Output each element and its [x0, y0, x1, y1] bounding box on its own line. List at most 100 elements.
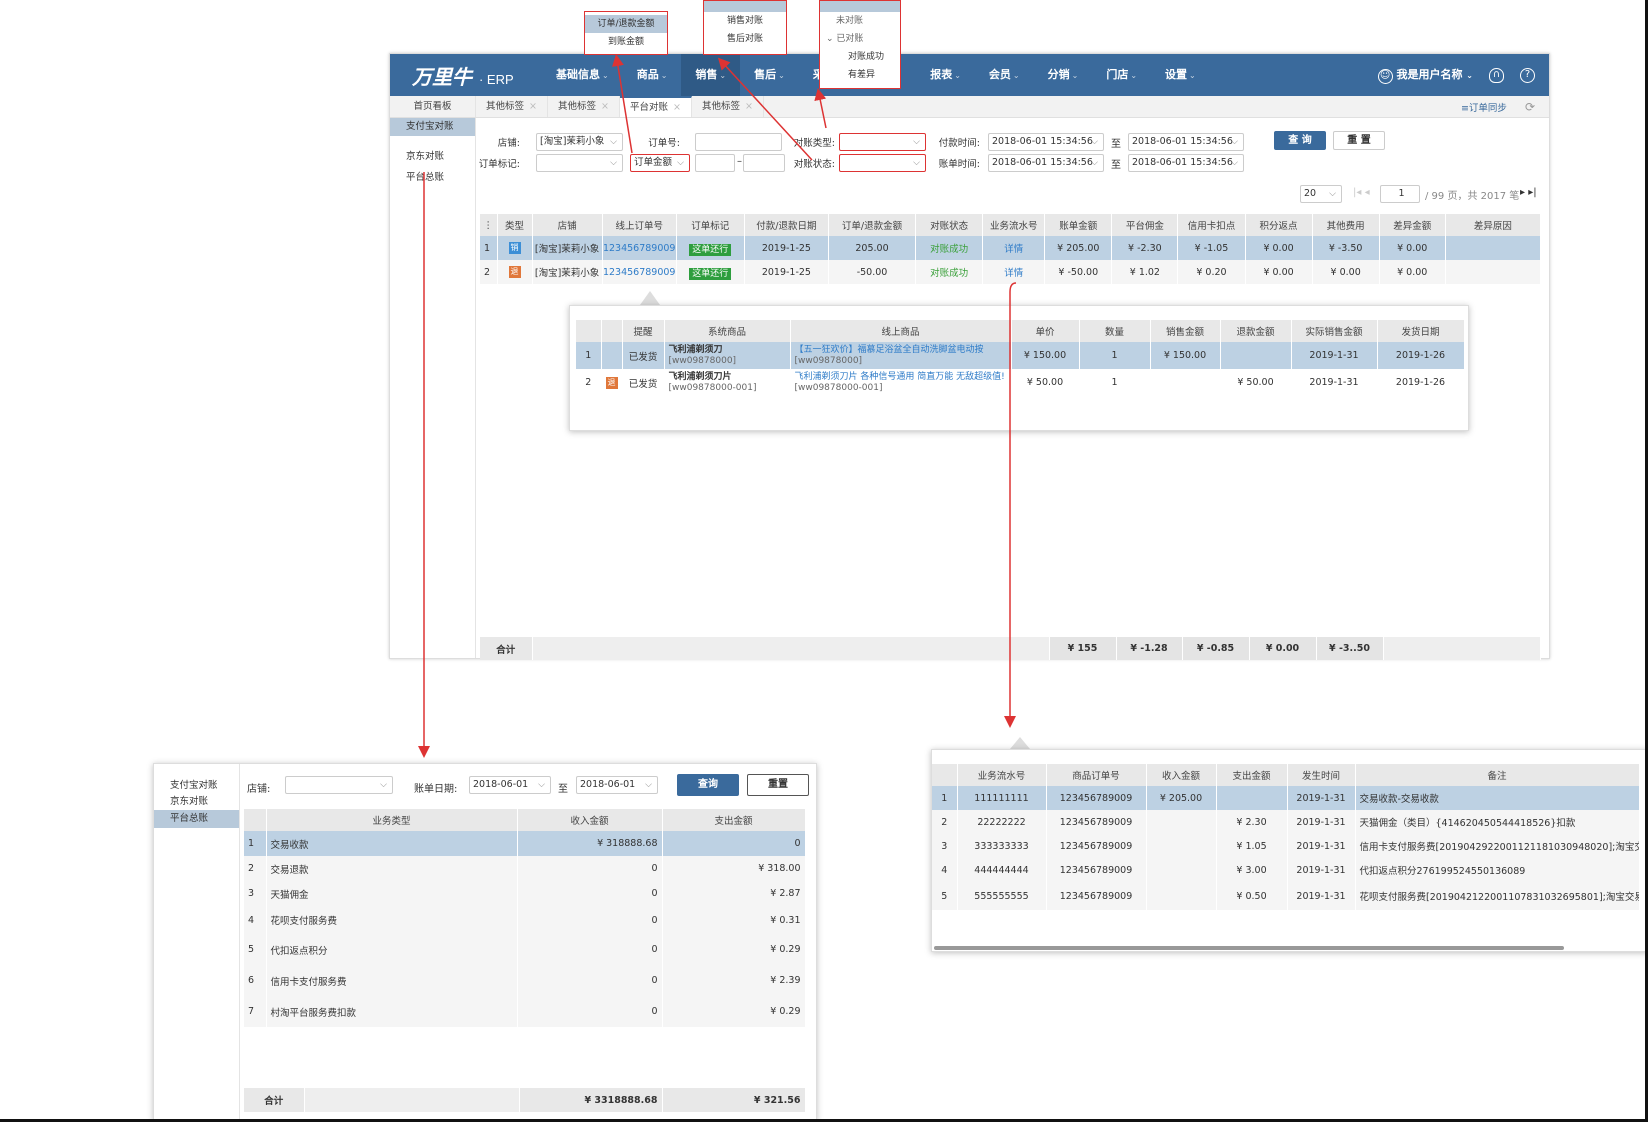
column-header[interactable]: 对账状态 [915, 214, 984, 236]
recon-type-dropdown[interactable]: 销售对账 售后对账 [703, 0, 787, 55]
column-header[interactable]: 店铺 [532, 214, 603, 236]
option-unreconciled[interactable]: 未对账 [820, 12, 900, 30]
headset-icon[interactable]: ∩ [1489, 67, 1504, 83]
horizontal-scrollbar[interactable] [934, 946, 1564, 950]
help-icon[interactable]: ? [1520, 67, 1535, 83]
table-row[interactable]: 5 555555555 123456789009 ¥ 0.50 2019-1-31 花呗支… [932, 882, 1640, 910]
page-size-select[interactable]: 20 [1300, 185, 1342, 203]
nav-menu-item[interactable]: 商品 ⌄ [623, 54, 682, 96]
table-row[interactable]: 5 代扣返点积分 0 ¥ 0.29 [244, 934, 806, 965]
first-prev-page-icon[interactable]: |◂ ◂ [1353, 187, 1370, 198]
close-icon[interactable]: × [745, 101, 753, 112]
column-header[interactable]: 订单/退款金额 [828, 214, 917, 236]
order-link[interactable]: 123456789009 [603, 243, 675, 254]
table-row[interactable]: 3 天猫佣金 0 ¥ 2.87 [244, 881, 806, 906]
table-row[interactable]: 6 信用卡支付服务费 0 ¥ 2.39 [244, 965, 806, 996]
column-header[interactable]: 线上订单号 [602, 214, 677, 236]
order-link[interactable]: 123456789009 [603, 267, 675, 278]
option-has-difference[interactable]: 有差异 [820, 66, 900, 84]
ledger-sidebar-item-alipay[interactable]: 支付宝对账 [154, 764, 239, 794]
bill-time-from[interactable]: 2018-06-01 15:34:56 [988, 154, 1104, 172]
pay-time-from[interactable]: 2018-06-01 15:34:56 [988, 133, 1104, 151]
table-row[interactable]: 2 交易退款 0 ¥ 318.00 [244, 856, 806, 881]
close-icon[interactable]: × [673, 102, 681, 113]
nav-menu-item[interactable]: 售后 ⌄ [740, 54, 799, 96]
column-header[interactable]: 订单标记 [676, 214, 745, 236]
table-row[interactable]: 2 退已发货 飞利浦剃须刀片 [ww09878000-001] 飞利浦剃须刀片 各种信号… [576, 369, 1465, 396]
ledger-reset-button[interactable]: 重置 [747, 774, 809, 796]
table-row[interactable]: 1 111111111 123456789009 ¥ 205.00 2019-1-31 交… [932, 786, 1640, 810]
option-sales-recon[interactable]: 销售对账 [704, 12, 786, 30]
order-mark-select[interactable] [536, 154, 623, 172]
nav-menu-item[interactable]: 销售 ⌄ [681, 54, 741, 96]
query-button[interactable]: 查 询 [1274, 131, 1326, 150]
column-header[interactable]: 其他费用 [1312, 214, 1380, 236]
sidebar-item-alipay[interactable]: 支付宝对账 [390, 118, 475, 136]
close-icon[interactable]: × [601, 101, 609, 112]
column-header[interactable]: ⋮ [480, 214, 498, 236]
column-header[interactable]: 积分返点 [1245, 214, 1313, 236]
table-row[interactable]: 4 444444444 123456789009 ¥ 3.00 2019-1-31 代扣返… [932, 858, 1640, 882]
tab[interactable]: 其他标签 × [692, 96, 764, 117]
nav-menu-item[interactable]: 分销 ⌄ [1034, 54, 1093, 96]
reset-button[interactable]: 重 置 [1333, 131, 1385, 150]
table-row[interactable]: 2 22222222 123456789009 ¥ 2.30 2019-1-31 天猫佣金… [932, 810, 1640, 834]
column-header[interactable]: 业务流水号 [982, 214, 1046, 236]
online-product-link[interactable]: 飞利浦剃须刀片 各种信号通用 简直万能 无敌超级值! [795, 372, 1011, 383]
option-order-refund-amount[interactable]: 订单/退款金额 [585, 15, 667, 33]
sidebar-item-ledger[interactable]: 平台总账 [390, 169, 475, 187]
table-row[interactable]: 1 已发货 飞利浦剃须刀 [ww09878000] 【五一狂欢价】福慕足浴盆全自动洗脚盆… [576, 342, 1465, 369]
column-header[interactable]: 类型 [497, 214, 533, 236]
table-row[interactable]: 1 销 [淘宝]茉莉小象 123456789009 这单还行 2019-1-25 205.0… [480, 236, 1542, 260]
table-row[interactable]: 3 333333333 123456789009 ¥ 1.05 2019-1-31 信用卡… [932, 834, 1640, 858]
ledger-sidebar-item-jd[interactable]: 京东对账 [154, 794, 239, 810]
order-no-input[interactable] [695, 133, 782, 151]
tab[interactable]: 其他标签 × [476, 96, 548, 117]
table-row[interactable]: 4 花呗支付服务费 0 ¥ 0.31 [244, 906, 806, 934]
bill-time-to[interactable]: 2018-06-01 15:34:56 [1128, 154, 1244, 172]
column-header[interactable]: 信用卡扣点 [1177, 214, 1246, 236]
option-aftersale-recon[interactable]: 售后对账 [704, 30, 786, 48]
ledger-shop-select[interactable] [285, 776, 393, 794]
page-input[interactable]: 1 [1380, 185, 1420, 203]
nav-menu-item[interactable]: 基础信息 ⌄ [542, 54, 623, 96]
table-row[interactable]: 7 村淘平台服务费扣款 0 ¥ 0.29 [244, 996, 806, 1027]
option-received-amount[interactable]: 到账金额 [585, 33, 667, 51]
table-row[interactable]: 2 退 [淘宝]茉莉小象 123456789009 这单还行 2019-1-25 -50.0… [480, 260, 1542, 284]
nav-menu-item[interactable]: 会员 ⌄ [975, 54, 1034, 96]
ledger-sidebar-item-ledger[interactable]: 平台总账 [154, 810, 239, 828]
tab[interactable]: 其他标签 × [548, 96, 620, 117]
recon-status-select[interactable] [839, 154, 926, 172]
amount-max-input[interactable] [743, 154, 785, 172]
amount-type-dropdown[interactable]: 订单/退款金额 到账金额 [584, 11, 668, 55]
ledger-query-button[interactable]: 查询 [677, 774, 739, 796]
ledger-date-to[interactable]: 2018-06-01 [576, 776, 658, 794]
amount-type-select[interactable]: 订单金额 [630, 154, 690, 172]
amount-min-input[interactable] [695, 154, 735, 172]
recon-type-select[interactable] [839, 133, 926, 151]
option-recon-success[interactable]: 对账成功 [820, 48, 900, 66]
nav-menu-item[interactable]: 报表 ⌄ [916, 54, 975, 96]
next-last-page-icon[interactable]: ▸ ▸| [1520, 187, 1537, 198]
detail-link[interactable]: 详情 [1004, 244, 1023, 255]
order-sync-button[interactable]: ≡订单同步 [1461, 100, 1507, 114]
ledger-date-from[interactable]: 2018-06-01 [469, 776, 551, 794]
option-reconciled[interactable]: ⌄ 已对账 [820, 30, 900, 48]
column-header[interactable]: 账单金额 [1044, 214, 1113, 236]
column-header[interactable]: 差异金额 [1379, 214, 1446, 236]
detail-link[interactable]: 详情 [1004, 268, 1023, 279]
refresh-icon[interactable]: ⟳ [1525, 100, 1535, 114]
nav-menu-item[interactable]: 设置 ⌄ [1151, 54, 1210, 96]
pay-time-to[interactable]: 2018-06-01 15:34:56 [1128, 133, 1244, 151]
table-row[interactable]: 1 交易收款 ¥ 318888.68 0 [244, 831, 806, 856]
column-header[interactable]: 平台佣金 [1111, 214, 1179, 236]
close-icon[interactable]: × [529, 101, 537, 112]
tab[interactable]: 平台对账 × [619, 96, 692, 117]
online-product-link[interactable]: 【五一狂欢价】福慕足浴盆全自动洗脚盆电动按 [795, 345, 1011, 356]
user-menu[interactable]: ☺ 我是用户名称 ⌄ [1377, 66, 1473, 84]
shop-select[interactable]: [淘宝]茉莉小象 [536, 133, 623, 151]
recon-status-dropdown[interactable]: 未对账 ⌄ 已对账 对账成功 有差异 [819, 0, 901, 89]
column-header[interactable]: 差异原因 [1445, 214, 1542, 236]
nav-menu-item[interactable]: 门店 ⌄ [1092, 54, 1151, 96]
column-header[interactable]: 付款/退款日期 [744, 214, 829, 236]
